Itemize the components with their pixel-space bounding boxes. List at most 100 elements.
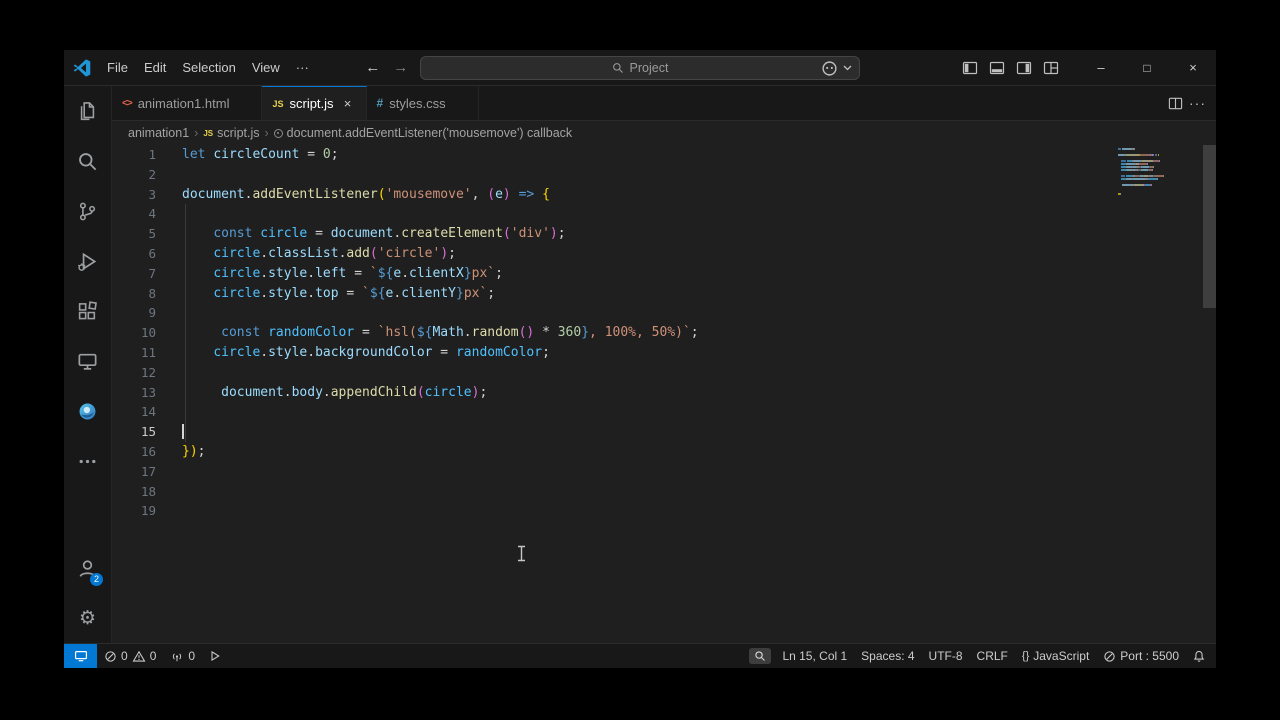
toggle-sidebar-left-button[interactable]: [956, 54, 983, 82]
magnifier-icon: [755, 651, 766, 661]
more-actions-icon[interactable]: [64, 436, 111, 486]
copilot-button[interactable]: [816, 54, 852, 82]
line-number: 9: [148, 305, 156, 321]
code-editor[interactable]: 1 let circleCount = 0; 2 3 document.addEvent…: [112, 145, 1216, 643]
code-line-7[interactable]: 7 circle.style.left = `${e.clientX}px`;: [112, 263, 1216, 284]
line-content: [182, 501, 1216, 521]
tab-script-js[interactable]: JS script.js ×: [262, 86, 367, 120]
tab-animation1-html[interactable]: <>animation1.html×: [112, 86, 263, 120]
tab-close-icon[interactable]: ×: [340, 96, 356, 112]
line-content: [182, 482, 1216, 502]
code-line-16[interactable]: 16});: [112, 442, 1216, 462]
code-line-14[interactable]: 14: [112, 402, 1216, 423]
line-number: 17: [140, 463, 156, 479]
language-mode[interactable]: {} JavaScript: [1015, 644, 1096, 668]
errors-icon: [105, 650, 116, 662]
code-line-13[interactable]: 13 document.body.appendChild(circle);: [112, 382, 1216, 403]
customize-layout-button[interactable]: [1037, 54, 1064, 82]
live-server-port[interactable]: Port : 5500: [1096, 644, 1186, 668]
code-line-10[interactable]: 10 const randomColor = `hsl(${Math.rando…: [112, 323, 1216, 343]
sidebar-item-live-preview[interactable]: [64, 336, 111, 386]
account-badge: 2: [90, 573, 103, 586]
problems-indicator[interactable]: 0 0: [97, 644, 163, 668]
sidebar-item-explorer[interactable]: [64, 86, 111, 136]
code-line-17[interactable]: 17: [112, 462, 1216, 482]
tab-bar-tabs: <> animation1.html ×JS script.js × # styles.cs…: [112, 86, 479, 120]
sidebar-item-run-debug[interactable]: [64, 236, 111, 286]
indentation-indicator[interactable]: Spaces: 4: [854, 644, 921, 668]
code-line-5[interactable]: 5 const circle = document.createElement(…: [112, 224, 1216, 244]
sidebar-item-search[interactable]: [64, 136, 111, 186]
forward-arrow-icon[interactable]: →: [389, 59, 413, 76]
more-editor-actions-icon[interactable]: ···: [1189, 95, 1206, 111]
breadcrumb-item[interactable]: animation1: [128, 126, 189, 140]
explorer-icon: [80, 101, 95, 120]
zoom-indicator[interactable]: [749, 648, 772, 664]
tab-styles-css[interactable]: #styles.css×: [366, 86, 479, 120]
code-line-2[interactable]: 2: [112, 165, 1216, 185]
code-line-4[interactable]: 4: [112, 204, 1216, 225]
encoding-indicator[interactable]: UTF-8: [922, 644, 970, 668]
line-content: document.body.appendChild(circle);: [182, 382, 1216, 403]
minimize-button[interactable]: –: [1078, 50, 1124, 86]
code-line-8[interactable]: 8 circle.style.top = `${e.clientY}px`;: [112, 283, 1216, 304]
code-line-11[interactable]: 11 circle.style.backgroundColor = random…: [112, 342, 1216, 363]
code-line-15[interactable]: 15: [112, 422, 1216, 442]
line-content: [182, 303, 1216, 324]
code-line-12[interactable]: 12: [112, 362, 1216, 383]
ports-indicator[interactable]: 0: [163, 644, 202, 668]
line-content: [182, 204, 1216, 225]
close-button[interactable]: ×: [1170, 50, 1216, 86]
indent-guide: [185, 402, 186, 423]
code-line-3[interactable]: 3 document.addEventListener('mousemove', …: [112, 185, 1216, 205]
minimap[interactable]: [1118, 148, 1164, 205]
menu-edit[interactable]: Edit: [136, 50, 174, 86]
line-number: 11: [140, 344, 156, 360]
chevron-down-icon: [843, 65, 852, 71]
line-number: 10: [140, 325, 156, 341]
indent-guide: [185, 224, 186, 244]
vscode-window: FileEditSelectionView··· ← → Project: [64, 50, 1216, 668]
maximize-button[interactable]: □: [1124, 50, 1170, 86]
menu-selection[interactable]: Selection: [174, 50, 243, 86]
run-code-button[interactable]: [202, 644, 228, 668]
line-number: 3: [148, 186, 156, 202]
tab-label: animation1.html: [137, 95, 230, 111]
indent-guide: [185, 204, 186, 225]
toggle-sidebar-right-button[interactable]: [1010, 54, 1037, 82]
toggle-panel-bottom-button[interactable]: [983, 54, 1010, 82]
sidebar-item-extensions[interactable]: [64, 286, 111, 336]
code-line-19[interactable]: 19: [112, 501, 1216, 521]
line-number: 4: [148, 206, 156, 222]
code-line-18[interactable]: 18: [112, 482, 1216, 502]
mouse-cursor-ibeam: [518, 545, 525, 562]
js-file-icon: JS: [272, 98, 284, 109]
code-line-1[interactable]: 1 let circleCount = 0;: [112, 145, 1216, 165]
editor-actions: ···: [1168, 86, 1216, 120]
line-content: [182, 462, 1216, 482]
line-content: [182, 402, 1216, 423]
eol-indicator[interactable]: CRLF: [970, 644, 1015, 668]
split-editor-icon[interactable]: [1168, 96, 1183, 111]
accounts-button[interactable]: 2: [64, 543, 111, 593]
back-arrow-icon[interactable]: ←: [361, 59, 385, 76]
line-number: 1: [148, 147, 156, 162]
command-center-search[interactable]: Project: [420, 56, 860, 80]
code-line-9[interactable]: 9: [112, 303, 1216, 324]
breadcrumb-item[interactable]: JS script.js: [203, 126, 259, 140]
line-number: 15: [140, 424, 156, 440]
menu-more[interactable]: ···: [288, 50, 317, 86]
notifications-bell[interactable]: [1186, 649, 1216, 663]
breadcrumb-item[interactable]: document.addEventListener('mousemove') c…: [273, 126, 572, 140]
menu-view[interactable]: View: [244, 50, 288, 86]
indent-guide: [185, 422, 186, 442]
sidebar-item-source-control[interactable]: [64, 186, 111, 236]
remote-indicator[interactable]: [64, 644, 97, 668]
cursor-position[interactable]: Ln 15, Col 1: [775, 644, 854, 668]
menu-file[interactable]: File: [99, 50, 136, 86]
line-content: circle.style.backgroundColor = randomCol…: [182, 342, 1216, 363]
code-line-6[interactable]: 6 circle.classList.add('circle');: [112, 243, 1216, 264]
settings-button[interactable]: ⚙: [64, 593, 111, 643]
scrollbar-thumb[interactable]: [1203, 145, 1216, 308]
sidebar-item-edge-tools[interactable]: [64, 386, 111, 436]
